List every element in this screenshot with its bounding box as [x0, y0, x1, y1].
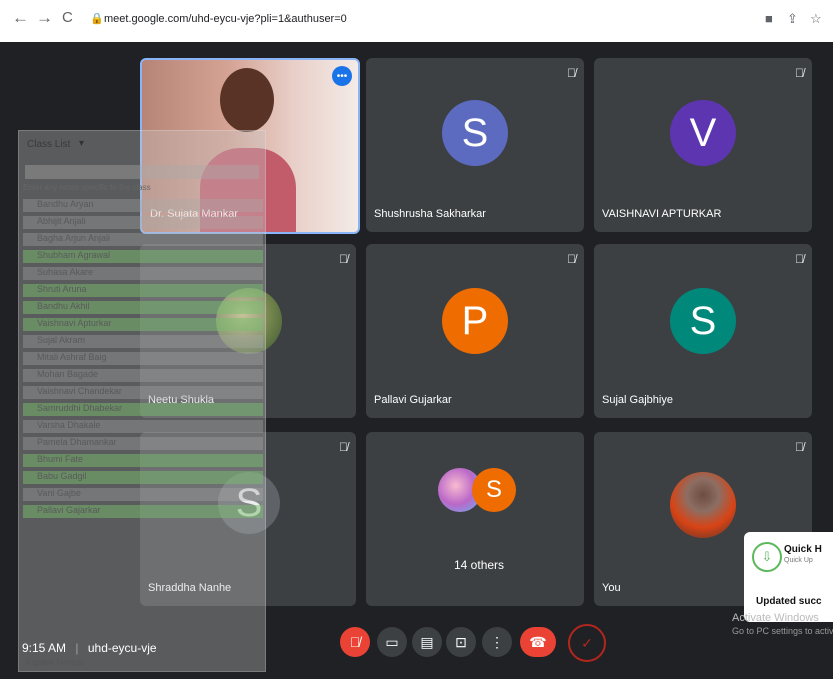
leave-call-button[interactable]: ☎	[520, 627, 556, 657]
participant-tile[interactable]: S 14 others	[366, 432, 584, 606]
captions-button[interactable]: ▤	[412, 627, 442, 657]
list-item[interactable]: Vaishnavi Apturkar	[23, 318, 263, 331]
update-notification[interactable]: ⇩ Quick H Quick Up Updated succ	[744, 532, 833, 622]
others-count: 14 others	[454, 558, 505, 572]
participant-name: Pallavi Gujarkar	[374, 394, 452, 406]
list-item[interactable]: Bandhu Akhil	[23, 301, 263, 314]
participant-tile[interactable]: 🎙̸ P Pallavi Gujarkar	[366, 244, 584, 418]
list-item[interactable]: Babu Gadgil	[23, 471, 263, 484]
list-item[interactable]: Bagha Arjun Anjali	[23, 233, 263, 246]
lock-icon[interactable]: 🔒	[90, 12, 104, 25]
list-item[interactable]: Bhumi Fate	[23, 454, 263, 467]
avatar: V	[670, 100, 736, 166]
dropdown-icon[interactable]: ▾	[79, 138, 84, 149]
toolbar-row	[25, 165, 259, 179]
mic-off-icon: 🎙̸	[567, 252, 576, 266]
mic-off-icon: 🎙̸	[795, 440, 804, 454]
participant-name: VAISHNAVI APTURKAR	[602, 208, 722, 220]
list-item[interactable]: Shruti Aruna	[23, 284, 263, 297]
avatar: S	[670, 288, 736, 354]
list-item[interactable]: Varsha Dhakale	[23, 420, 263, 433]
list-item[interactable]: Abhijit Anjali	[23, 216, 263, 229]
mic-off-icon: 🎙̸	[567, 66, 576, 80]
mic-off-icon: 🎙̸	[795, 66, 804, 80]
list-item[interactable]: Shubham Agrawal	[23, 250, 263, 263]
mic-off-icon: 🎙̸	[795, 252, 804, 266]
extension-button[interactable]: ✓	[568, 624, 606, 662]
list-item[interactable]: Vani Gajbe	[23, 488, 263, 501]
reload-icon[interactable]: C	[62, 9, 73, 26]
notification-title: Quick H	[784, 544, 822, 555]
participant-tile[interactable]: 🎙̸ V VAISHNAVI APTURKAR	[594, 58, 812, 232]
participant-tile[interactable]: 🎙̸ S Sujal Gajbhiye	[594, 244, 812, 418]
class-list-panel[interactable]: Class List ▾ Enter any notes specific to…	[18, 130, 266, 672]
activate-windows-hint: Go to PC settings to activate	[732, 626, 833, 636]
mic-off-button[interactable]: 🎙̸	[340, 627, 370, 657]
back-icon[interactable]: ←	[12, 8, 29, 28]
avatar: S	[442, 100, 508, 166]
captions-icon: ▤	[420, 633, 434, 650]
avatar: P	[442, 288, 508, 354]
list-item[interactable]: Mitali Ashraf Baig	[23, 352, 263, 365]
notification-status: Updated succ	[756, 596, 822, 607]
avatar	[670, 472, 736, 538]
camera-icon: ▭	[385, 633, 399, 650]
list-item[interactable]: Pallavi Gajarkar	[23, 505, 263, 518]
list-item[interactable]: Samruddhi Dhabekar	[23, 403, 263, 416]
control-bar: 🎙̸ ▭ ▤ ⊡ ⋮ ☎ ✓	[0, 620, 833, 668]
list-item[interactable]: Sujal Akram	[23, 335, 263, 348]
check-icon: ✓	[581, 634, 593, 651]
camera-button[interactable]: ▭	[377, 627, 407, 657]
forward-icon[interactable]: →	[36, 8, 53, 28]
mic-off-icon: 🎙̸	[339, 252, 348, 266]
more-options-button[interactable]: ⋮	[482, 627, 512, 657]
participant-name: Sujal Gajbhiye	[602, 394, 673, 406]
list-item[interactable]: Vaishnavi Chandekar	[23, 386, 263, 399]
browser-toolbar: ← → C 🔒 meet.google.com/uhd-eycu-vje?pli…	[0, 0, 833, 43]
meet-stage: ••• Dr. Sujata Mankar 🎙̸ S Shushrusha Sa…	[0, 42, 833, 679]
more-options-icon[interactable]: •••	[332, 66, 352, 86]
download-icon: ⇩	[752, 542, 782, 572]
mic-off-icon: 🎙̸	[339, 440, 348, 454]
participant-name: You	[602, 582, 621, 594]
notes-input[interactable]: Enter any notes specific to the class	[23, 183, 151, 192]
camera-icon[interactable]: ■	[765, 11, 773, 26]
list-item[interactable]: Pamela Dhamankar	[23, 437, 263, 450]
list-item[interactable]: Bandhu Aryan	[23, 199, 263, 212]
share-icon[interactable]: ⇪	[787, 11, 798, 27]
star-icon[interactable]: ☆	[810, 11, 822, 27]
activate-windows-watermark: Activate Windows	[732, 612, 819, 624]
list-item[interactable]: Mohan Bagade	[23, 369, 263, 382]
person-head	[220, 68, 274, 132]
phone-hangup-icon: ☎	[529, 633, 547, 650]
participant-name: Shushrusha Sakharkar	[374, 208, 486, 220]
participant-tile[interactable]: 🎙̸ S Shushrusha Sakharkar	[366, 58, 584, 232]
notification-subtitle: Quick Up	[784, 557, 813, 564]
present-button[interactable]: ⊡	[446, 627, 476, 657]
class-list-title[interactable]: Class List	[27, 139, 70, 150]
mic-off-icon: 🎙̸	[349, 634, 361, 650]
more-vert-icon: ⋮	[490, 633, 504, 650]
present-icon: ⊡	[455, 633, 467, 650]
list-item[interactable]: Suhasa Akare	[23, 267, 263, 280]
address-bar[interactable]: meet.google.com/uhd-eycu-vje?pli=1&authu…	[104, 13, 347, 25]
avatar: S	[472, 468, 516, 512]
